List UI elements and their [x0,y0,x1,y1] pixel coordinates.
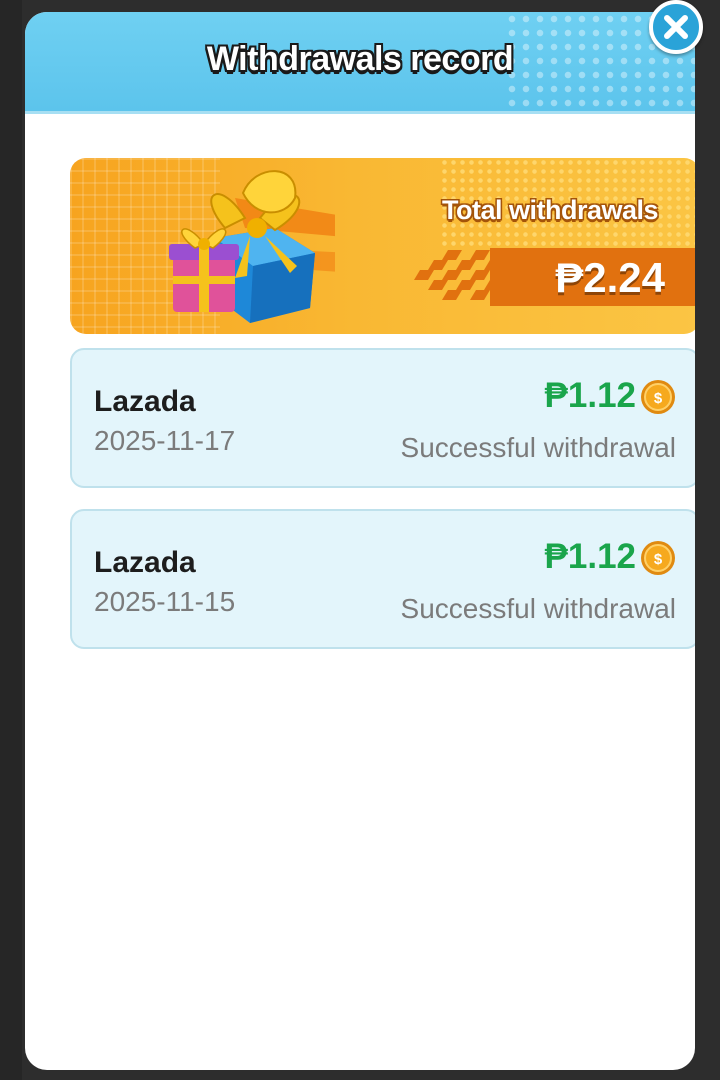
withdrawals-record-modal: Withdrawals record Total withdrawals ₱2.… [25,12,695,1070]
record-source: Lazada [94,546,196,579]
close-button[interactable] [649,0,703,54]
record-date: 2025-11-15 [94,586,236,617]
close-icon [664,15,688,39]
modal-header: Withdrawals record [25,12,695,114]
record-amount: ₱1.12 [544,537,636,576]
withdrawal-record-card: Lazada 2025-11-17 ₱1.12 $ Successful wit… [70,348,695,488]
svg-text:$: $ [654,551,663,568]
gift-boxes-illustration [169,170,335,323]
record-status: Successful withdrawal [400,593,676,624]
total-withdrawals-amount: ₱2.24 [555,254,665,301]
modal-title: Withdrawals record [206,40,514,78]
coin-icon: $ [641,380,675,414]
total-withdrawals-label: Total withdrawals [441,195,659,225]
total-withdrawals-banner: Total withdrawals ₱2.24 [70,158,695,334]
record-date: 2025-11-17 [94,425,236,456]
svg-text:$: $ [654,390,663,407]
record-status: Successful withdrawal [400,432,676,463]
withdrawal-record-card: Lazada 2025-11-15 ₱1.12 $ Successful wit… [70,509,695,649]
coin-icon: $ [641,541,675,575]
record-amount: ₱1.12 [544,376,636,415]
record-source: Lazada [94,385,196,418]
checker-pattern [414,250,504,300]
background-edge [0,0,22,1080]
